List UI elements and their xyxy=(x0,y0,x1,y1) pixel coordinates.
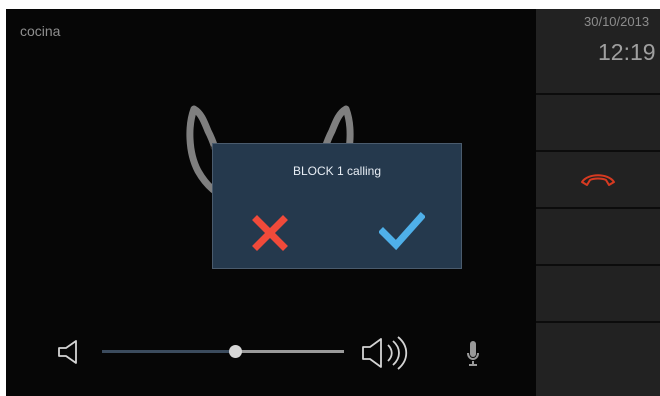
sidebar-button-empty-4[interactable] xyxy=(536,323,660,396)
volume-fill xyxy=(102,350,236,353)
sidebar-button-empty-3[interactable] xyxy=(536,266,660,323)
intercom-screen: cocina BLOCK 1 calling 30/10/2013 12:19 xyxy=(6,9,660,396)
video-feed: cocina BLOCK 1 calling xyxy=(6,9,536,396)
close-icon xyxy=(252,215,288,251)
datetime-panel: 30/10/2013 12:19 xyxy=(536,9,660,95)
hangup-icon xyxy=(581,174,615,186)
time-label: 12:19 xyxy=(598,39,656,65)
volume-slider[interactable] xyxy=(102,342,344,362)
check-icon xyxy=(378,212,426,251)
speaker-low-icon[interactable] xyxy=(56,338,86,366)
sidebar-button-empty-2[interactable] xyxy=(536,209,660,266)
hangup-button[interactable] xyxy=(536,152,660,209)
location-label: cocina xyxy=(20,23,61,39)
sidebar: 30/10/2013 12:19 xyxy=(536,9,660,396)
sidebar-button-empty-1[interactable] xyxy=(536,95,660,152)
speaker-high-icon[interactable] xyxy=(360,332,412,374)
date-label: 30/10/2013 xyxy=(584,14,650,29)
reject-call-button[interactable] xyxy=(251,214,289,252)
microphone-icon[interactable] xyxy=(466,340,480,370)
accept-call-button[interactable] xyxy=(378,212,426,252)
incoming-call-dialog: BLOCK 1 calling xyxy=(212,143,462,269)
volume-thumb[interactable] xyxy=(229,345,243,358)
dialog-title: BLOCK 1 calling xyxy=(292,164,382,178)
